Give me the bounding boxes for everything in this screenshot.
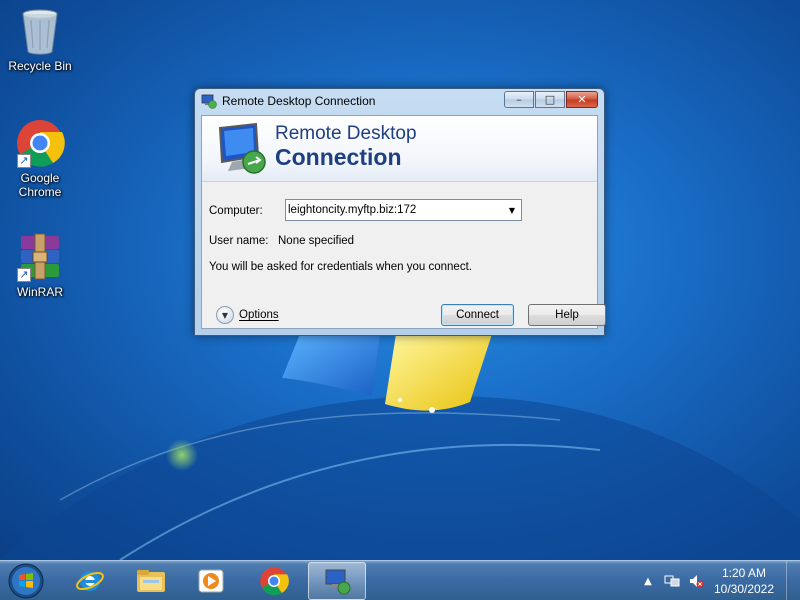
computer-input[interactable] [286,201,503,219]
minimize-button[interactable]: – [504,91,534,108]
system-tray: ▲ 1:20 AM 10/30/2022 [636,561,800,600]
banner-title-line2: Connection [275,144,402,170]
desktop-icon-label: Recycle Bin [8,59,72,73]
chevron-down-icon[interactable]: ▼ [503,200,521,220]
network-icon[interactable] [662,571,682,591]
shortcut-arrow-icon: ↗ [17,268,31,282]
volume-muted-icon[interactable] [686,571,706,591]
remote-desktop-icon [325,569,351,595]
show-desktop-button[interactable] [786,561,800,600]
options-toggle[interactable]: ▼ Options [216,306,279,324]
credentials-note: You will be asked for credentials when y… [209,261,472,273]
username-label: User name: [209,235,269,247]
file-explorer-icon [137,570,165,592]
recycle-bin-icon [15,6,65,56]
taskbar-media-player[interactable] [182,562,240,600]
remote-desktop-banner-icon [218,122,266,174]
window-title: Remote Desktop Connection [222,94,376,108]
shortcut-arrow-icon: ↗ [17,154,31,168]
connect-button[interactable]: Connect [441,304,514,326]
clock-date: 10/30/2022 [713,582,775,596]
desktop-icon-winrar[interactable]: ↗ WinRAR [1,232,79,299]
options-label[interactable]: Options [239,309,279,321]
taskbar-file-explorer[interactable] [122,562,180,600]
remote-desktop-icon [201,94,217,109]
expand-options-icon[interactable]: ▼ [216,306,234,324]
taskbar-remote-desktop[interactable] [308,562,366,600]
clock[interactable]: 1:20 AM 10/30/2022 [708,565,780,597]
window-client-area: Remote Desktop Connection Computer: ▼ Us… [201,115,606,329]
taskbar-chrome[interactable] [245,562,303,600]
desktop-icon-label: Google Chrome [18,171,62,199]
taskbar: ▲ 1:20 AM 10/30/2022 [0,560,800,600]
show-hidden-icons-button[interactable]: ▲ [638,571,658,591]
clock-time: 1:20 AM [721,566,767,580]
taskbar-internet-explorer[interactable] [61,562,119,600]
internet-explorer-icon [76,571,104,591]
start-button[interactable] [6,562,46,600]
maximize-button[interactable]: □ [535,91,565,108]
username-value: None specified [278,235,355,247]
computer-combobox[interactable]: ▼ [285,199,522,221]
banner-title-line1: Remote Desktop [275,123,417,144]
media-player-icon [198,569,224,593]
desktop-icon-recycle-bin[interactable]: Recycle Bin [1,6,79,73]
desktop-icon-google-chrome[interactable]: ↗ Google Chrome [1,118,79,199]
computer-label: Computer: [209,205,263,217]
chrome-icon: ↗ [15,118,65,168]
desktop[interactable]: Recycle Bin ↗ Google Chrome ↗ WinRAR Rem… [0,0,800,560]
chrome-icon [260,567,289,596]
title-bar[interactable]: Remote Desktop Connection – □ ✕ [201,89,598,113]
banner: Remote Desktop Connection [202,116,597,182]
remote-desktop-connection-window[interactable]: Remote Desktop Connection – □ ✕ Remote D… [194,88,606,336]
close-button[interactable]: ✕ [566,91,598,108]
desktop-icon-label: WinRAR [16,285,63,299]
winrar-icon: ↗ [15,232,65,282]
help-button[interactable]: Help [528,304,606,326]
caption-buttons: – □ ✕ [503,91,598,108]
